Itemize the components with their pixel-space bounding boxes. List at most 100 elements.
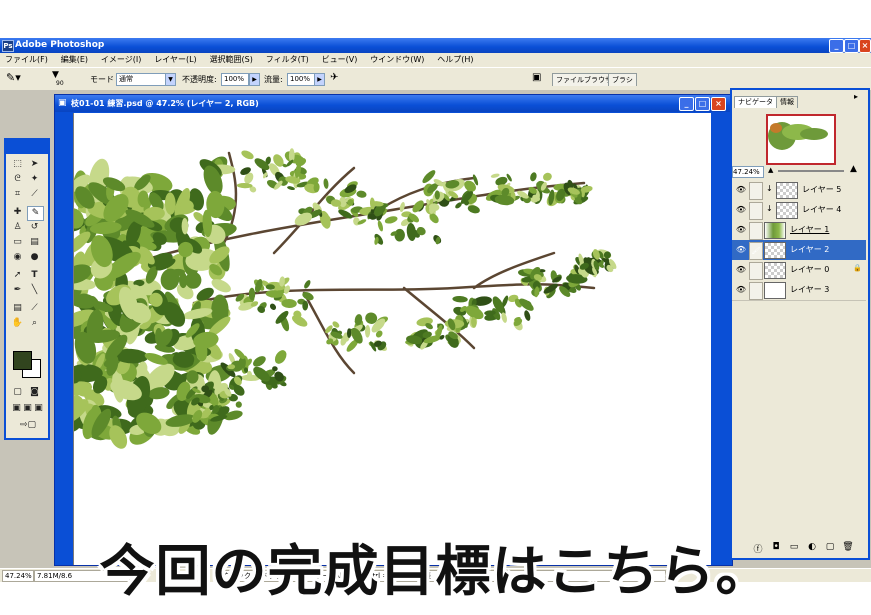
brush-tool-icon-active[interactable]: ✎ [27, 206, 44, 221]
eye-icon[interactable]: 👁 [735, 284, 747, 296]
app-close-button[interactable]: × [859, 39, 871, 53]
eye-icon[interactable]: 👁 [735, 264, 747, 276]
path-select-tool-icon[interactable]: ➚ [10, 269, 25, 282]
layer-thumbnail [764, 282, 786, 299]
layer-link-box[interactable] [749, 282, 763, 300]
eye-icon[interactable]: 👁 [735, 184, 747, 196]
quick-mask-mode-icon[interactable]: ◙ [27, 386, 42, 399]
layer-row[interactable]: 👁 ↓ レイヤー 4 [732, 200, 866, 221]
history-brush-tool-icon[interactable]: ↺ [27, 221, 42, 234]
magic-wand-tool-icon[interactable]: ✦ [27, 173, 42, 186]
layer-link-box[interactable] [749, 262, 763, 280]
doc-minimize-button[interactable]: _ [679, 97, 694, 111]
shape-tool-icon[interactable]: ╲ [27, 284, 42, 297]
menu-image[interactable]: イメージ(I) [96, 53, 146, 67]
crop-tool-icon[interactable]: ⌗ [10, 188, 25, 201]
layer-thumbnail [776, 202, 798, 219]
menu-view[interactable]: ビュー(V) [317, 53, 363, 67]
layer-name: レイヤー 1 [790, 225, 830, 234]
navigator-tabs: ナビゲータ 情報 ▸ [732, 92, 868, 108]
mode-dropdown-icon[interactable]: ▼ [165, 73, 176, 86]
tab-brushes[interactable]: ブラシ [608, 73, 637, 86]
leaf-shape [364, 325, 371, 338]
app-titlebar[interactable]: Ps Adobe Photoshop _ □ × [0, 38, 871, 53]
type-tool-icon[interactable]: T [27, 269, 42, 282]
palette-menu-icon[interactable]: ▸ [854, 92, 858, 101]
gradient-tool-icon[interactable]: ▤ [27, 236, 42, 249]
move-tool-icon[interactable]: ➤ [27, 158, 42, 171]
pen-tool-icon[interactable]: ✒ [10, 284, 25, 297]
clone-stamp-tool-icon[interactable]: ♙ [10, 221, 25, 234]
layer-row[interactable]: 👁 ↓ レイヤー 5 [732, 180, 866, 201]
layer-row[interactable]: 👁 🖌 レイヤー 2 [732, 240, 866, 261]
menu-filter[interactable]: フィルタ(T) [261, 53, 314, 67]
app-minimize-button[interactable]: _ [829, 39, 844, 53]
leaf-shape [347, 328, 352, 339]
brush-preset-icon[interactable]: ▼ [52, 70, 59, 80]
document-titlebar[interactable]: ▣ 枝01-01 練習.psd @ 47.2% (レイヤー 2, RGB) _ … [55, 95, 732, 112]
screen-mode-full-icon[interactable]: ▣ [31, 402, 46, 415]
tab-navigator[interactable]: ナビゲータ [734, 96, 777, 108]
lock-icon: 🔒 [853, 264, 862, 272]
leaf-shape [323, 178, 329, 189]
hand-tool-icon[interactable]: ✋ [10, 317, 25, 330]
foreground-color-swatch[interactable] [13, 351, 32, 370]
flow-arrow-icon[interactable]: ▶ [314, 73, 325, 86]
menu-select[interactable]: 選択範囲(S) [205, 53, 258, 67]
layer-link-box[interactable] [749, 222, 763, 240]
jump-to-imageready-icon[interactable]: ⇨▢ [16, 419, 40, 432]
opacity-arrow-icon[interactable]: ▶ [249, 73, 260, 86]
eraser-tool-icon[interactable]: ▭ [10, 236, 25, 249]
tab-file-browser[interactable]: ファイルブラウザ [552, 73, 616, 86]
navigator-thumbnail[interactable] [766, 114, 836, 165]
leaf-shape [241, 150, 254, 160]
zoom-in-icon[interactable]: ▲ [850, 164, 857, 174]
zoom-slider[interactable] [778, 170, 844, 172]
layer-row[interactable]: 👁 レイヤー 0 🔒 [732, 260, 866, 281]
standard-mode-icon[interactable]: ▢ [10, 386, 25, 399]
menu-window[interactable]: ウインドウ(W) [365, 53, 429, 67]
layer-link-box[interactable] [749, 202, 763, 220]
doc-close-button[interactable]: × [711, 97, 726, 111]
zoom-tool-icon[interactable]: ⌕ [27, 317, 42, 330]
blur-tool-icon[interactable]: ◉ [10, 251, 25, 264]
eyedropper-tool-icon[interactable]: ⟋ [27, 302, 42, 315]
leaf-shape [332, 321, 340, 328]
app-maximize-button[interactable]: □ [844, 39, 859, 53]
doc-maximize-button[interactable]: □ [695, 97, 710, 111]
menu-layer[interactable]: レイヤー(L) [149, 53, 201, 67]
airbrush-icon[interactable]: ✈ [330, 72, 338, 83]
opacity-input[interactable]: 100% [221, 73, 249, 86]
clipping-arrow-icon: ↓ [766, 184, 773, 193]
menu-edit[interactable]: 編集(E) [56, 53, 93, 67]
paintbrush-icon[interactable]: 🖌 [749, 242, 763, 260]
tab-info[interactable]: 情報 [776, 96, 798, 108]
layer-link-box[interactable] [749, 182, 763, 200]
marquee-tool-icon[interactable]: ⬚ [10, 158, 25, 171]
lasso-tool-icon[interactable]: ᘓ [10, 173, 25, 186]
subtitle-caption: 今回の完成目標はこちら。 [99, 539, 772, 603]
eye-icon[interactable]: 👁 [735, 204, 747, 216]
leaf-shape [235, 401, 242, 408]
leaf-shape [530, 172, 537, 182]
zoom-out-icon[interactable]: ▲ [768, 166, 773, 174]
notes-tool-icon[interactable]: ▤ [10, 302, 25, 315]
menu-help[interactable]: ヘルプ(H) [432, 53, 478, 67]
dodge-tool-icon[interactable]: ● [27, 251, 42, 264]
menu-file[interactable]: ファイル(F) [0, 53, 53, 67]
healing-brush-tool-icon[interactable]: ✚ [10, 206, 25, 219]
layer-row[interactable]: 👁 レイヤー 1 [732, 220, 866, 241]
mode-select[interactable]: 通常 [116, 73, 166, 86]
eye-icon[interactable]: 👁 [735, 224, 747, 236]
slice-tool-icon[interactable]: ⟋ [27, 188, 42, 201]
eye-icon[interactable]: 👁 [735, 244, 747, 256]
document-canvas[interactable] [57, 113, 711, 565]
palette-well-icon[interactable]: ▣ [532, 72, 541, 83]
document-window[interactable]: ▣ 枝01-01 練習.psd @ 47.2% (レイヤー 2, RGB) _ … [54, 94, 733, 566]
layer-row[interactable]: 👁 レイヤー 3 [732, 280, 866, 301]
brush-tool-icon[interactable]: ✎▾ [6, 71, 21, 84]
flow-input[interactable]: 100% [287, 73, 315, 86]
leaf-shape [490, 173, 500, 178]
toolbox-header[interactable] [6, 140, 48, 154]
navigator-zoom-input[interactable]: 47.24% [732, 166, 764, 178]
